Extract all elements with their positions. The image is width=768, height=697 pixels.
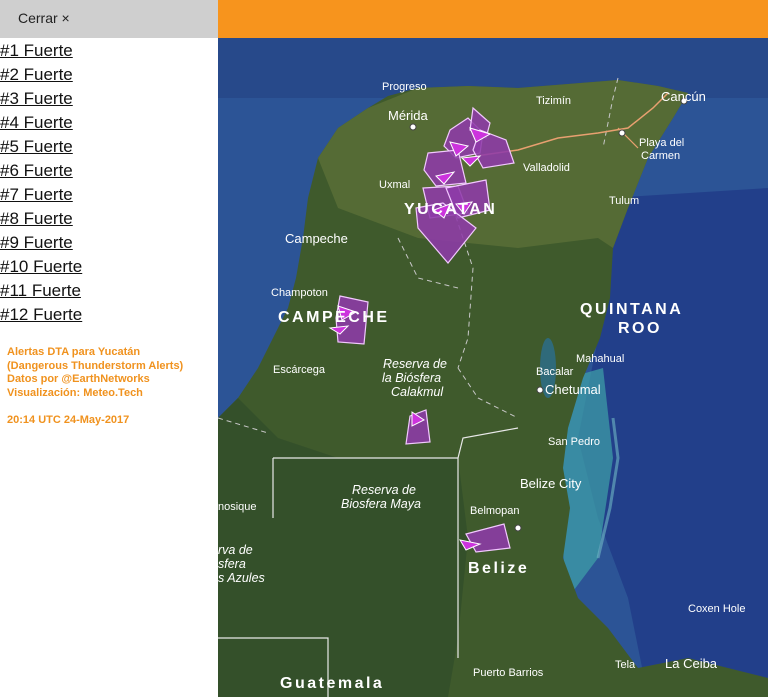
map[interactable]: Progreso Mérida Tizimín Cancún Playa del… [218, 38, 768, 697]
city-label: Tulum [609, 195, 639, 207]
alert-link[interactable]: #5 Fuerte [0, 137, 73, 156]
credits-subtitle: (Dangerous Thunderstorm Alerts) [7, 359, 184, 372]
credits-data-source: Datos por @EarthNetworks [7, 373, 150, 385]
city-label: Carmen [641, 150, 680, 162]
alert-link[interactable]: #3 Fuerte [0, 89, 73, 108]
reserve-label: Biosfera Maya [341, 497, 421, 511]
region-label: CAMPECHE [278, 309, 390, 326]
close-bar: Cerrar × [0, 0, 218, 38]
list-item: #6 Fuerte [0, 160, 82, 184]
city-label: Belize City [520, 476, 582, 491]
list-item: #9 Fuerte [0, 232, 82, 256]
alert-link[interactable]: #10 Fuerte [0, 257, 82, 276]
city-label: Valladolid [523, 162, 570, 174]
city-label: Belmopan [470, 505, 520, 517]
alert-link[interactable]: #7 Fuerte [0, 185, 73, 204]
credits-title: Alertas DTA para Yucatán [7, 346, 141, 358]
city-label: Escárcega [273, 364, 326, 376]
city-label: Bacalar [536, 366, 574, 378]
list-item: #10 Fuerte [0, 256, 82, 280]
region-label: QUINTANA [580, 301, 683, 318]
alert-link[interactable]: #1 Fuerte [0, 41, 73, 60]
credits: Alertas DTA para Yucatán (Dangerous Thun… [7, 346, 217, 428]
alert-list: #1 Fuerte #2 Fuerte #3 Fuerte #4 Fuerte … [0, 40, 82, 328]
list-item: #3 Fuerte [0, 88, 82, 112]
close-button[interactable]: Cerrar × [18, 10, 70, 26]
city-label: Campeche [285, 231, 348, 246]
city-label: Uxmal [379, 179, 410, 191]
region-label: Guatemala [280, 675, 384, 692]
list-item: #5 Fuerte [0, 136, 82, 160]
region-label: Belize [468, 560, 529, 577]
city-dot-chetumal [536, 386, 544, 394]
list-item: #7 Fuerte [0, 184, 82, 208]
city-dot-playa [618, 129, 626, 137]
reserve-label: rva de [218, 543, 253, 557]
timestamp: 20:14 UTC 24-May-2017 [7, 414, 130, 426]
alert-link[interactable]: #12 Fuerte [0, 305, 82, 324]
city-label: Cancún [661, 89, 706, 104]
city-label: Progreso [382, 81, 427, 93]
city-label: nosique [218, 501, 257, 513]
city-label: Chetumal [545, 382, 601, 397]
reserve-label: Reserva de [383, 357, 447, 371]
list-item: #12 Fuerte [0, 304, 82, 328]
top-bar [218, 0, 768, 38]
city-label: Mahahual [576, 353, 624, 365]
alert-link[interactable]: #6 Fuerte [0, 161, 73, 180]
city-dot-merida [409, 123, 417, 131]
city-label: San Pedro [548, 436, 600, 448]
list-item: #1 Fuerte [0, 40, 82, 64]
reserve-label: s Azules [218, 571, 265, 585]
reserve-label: sfera [218, 557, 246, 571]
city-label: Tizimín [536, 95, 571, 107]
list-item: #2 Fuerte [0, 64, 82, 88]
reserve-label: Reserva de [352, 483, 416, 497]
map-canvas[interactable]: Progreso Mérida Tizimín Cancún Playa del… [218, 38, 768, 697]
alert-link[interactable]: #8 Fuerte [0, 209, 73, 228]
region-label: ROO [618, 320, 662, 337]
list-item: #4 Fuerte [0, 112, 82, 136]
credits-visualization: Visualización: Meteo.Tech [7, 386, 143, 399]
city-label: Champoton [271, 287, 328, 299]
list-item: #11 Fuerte [0, 280, 82, 304]
city-label: Playa del [639, 137, 684, 149]
city-label: La Ceiba [665, 656, 718, 671]
reserve-label: Calakmul [391, 385, 444, 399]
city-label: Tela [615, 659, 636, 671]
city-dot-belmopan [514, 524, 522, 532]
city-label: Coxen Hole [688, 603, 745, 615]
alert-link[interactable]: #9 Fuerte [0, 233, 73, 252]
alert-link[interactable]: #4 Fuerte [0, 113, 73, 132]
alert-link[interactable]: #2 Fuerte [0, 65, 73, 84]
reserve-label: la Biósfera [382, 371, 441, 385]
alert-link[interactable]: #11 Fuerte [0, 281, 81, 300]
region-label: YUCATAN [404, 201, 497, 218]
city-label: Puerto Barrios [473, 667, 544, 679]
list-item: #8 Fuerte [0, 208, 82, 232]
city-label: Mérida [388, 108, 429, 123]
sidebar: Cerrar × #1 Fuerte #2 Fuerte #3 Fuerte #… [0, 0, 218, 697]
